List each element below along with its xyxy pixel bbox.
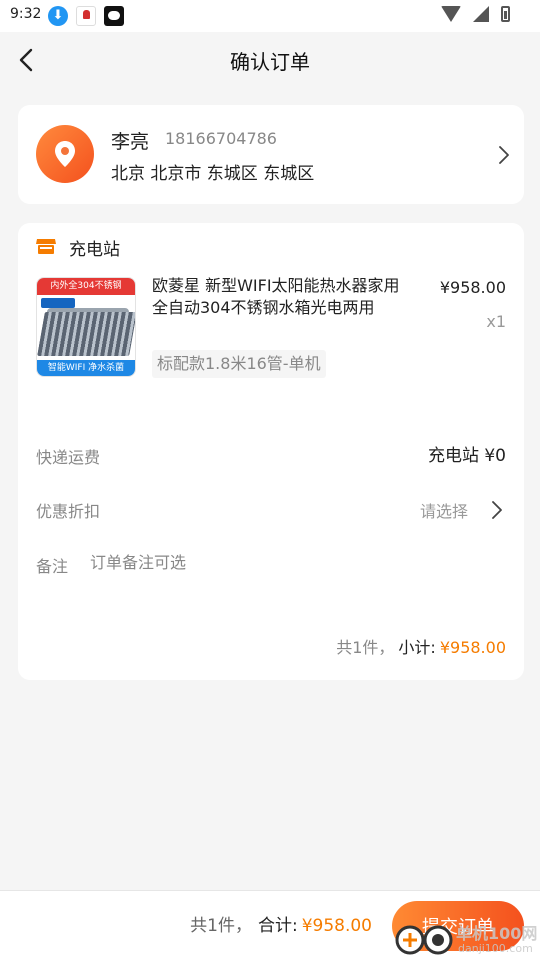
order-card: 充电站 内外全304不锈钢 智能WIFI 净水杀菌 欧菱星 新型WIFI太阳能热… [18, 223, 524, 680]
wifi-icon [441, 6, 461, 22]
robot-app-icon [104, 6, 124, 26]
app-notification-icon [76, 6, 96, 26]
download-icon: ⬇ [48, 6, 68, 26]
subtotal-count: 共1件， [336, 638, 395, 657]
page-title: 确认订单 [230, 50, 310, 74]
order-total-summary: 共1件， 合计: ¥958.00 [190, 911, 372, 936]
total-count: 共1件， [190, 916, 252, 936]
watermark-url: danji100.com [458, 942, 533, 955]
subtotal: 共1件， 小计: ¥958.00 [336, 634, 506, 658]
header: 确认订单 [0, 32, 540, 88]
chevron-right-icon [499, 146, 509, 164]
product-quantity: x1 [486, 312, 506, 331]
subtotal-amount: ¥958.00 [439, 638, 506, 657]
address-card[interactable]: 李亮 18166704786 北京 北京市 东城区 东城区 [18, 105, 524, 204]
store-icon [36, 239, 56, 254]
chevron-right-icon[interactable] [490, 499, 504, 521]
recipient-name: 李亮 [111, 131, 150, 153]
note-label: 备注 [36, 557, 69, 576]
status-bar: 9:32 ⬇ [0, 0, 540, 32]
watermark-logo-icon [395, 925, 453, 955]
location-badge [36, 125, 94, 183]
product-image-banner: 内外全304不锈钢 [37, 278, 135, 295]
brand-logo [41, 298, 75, 308]
product-image[interactable]: 内外全304不锈钢 智能WIFI 净水杀菌 [36, 277, 136, 377]
status-time: 9:32 [10, 6, 42, 22]
watermark-text: 单机100网 [456, 924, 538, 943]
total-amount: ¥958.00 [301, 916, 372, 936]
order-note-input[interactable] [90, 549, 490, 575]
product-price: ¥958.00 [439, 278, 506, 297]
total-label: 合计: [257, 916, 298, 936]
product-spec-tag: 标配款1.8米16管-单机 [152, 350, 326, 378]
discount-select[interactable]: 请选择 [420, 498, 468, 522]
signal-icon [473, 6, 489, 22]
shipping-label: 快递运费 [36, 448, 101, 467]
battery-icon [501, 6, 510, 22]
recipient-phone: 18166704786 [165, 129, 277, 148]
product-image-footer: 智能WIFI 净水杀菌 [37, 360, 135, 376]
address-line: 北京 北京市 东城区 东城区 [111, 164, 315, 184]
shipping-value: 充电站 ¥0 [427, 446, 506, 466]
product-title[interactable]: 欧菱星 新型WIFI太阳能热水器家用全自动304不锈钢水箱光电两用 [152, 275, 412, 319]
discount-label: 优惠折扣 [36, 502, 101, 521]
status-icons [441, 6, 510, 22]
shop-name: 充电站 [69, 240, 120, 260]
location-pin-icon [55, 141, 75, 167]
subtotal-label: 小计: [398, 638, 436, 657]
solar-tubes-graphic [37, 312, 135, 356]
